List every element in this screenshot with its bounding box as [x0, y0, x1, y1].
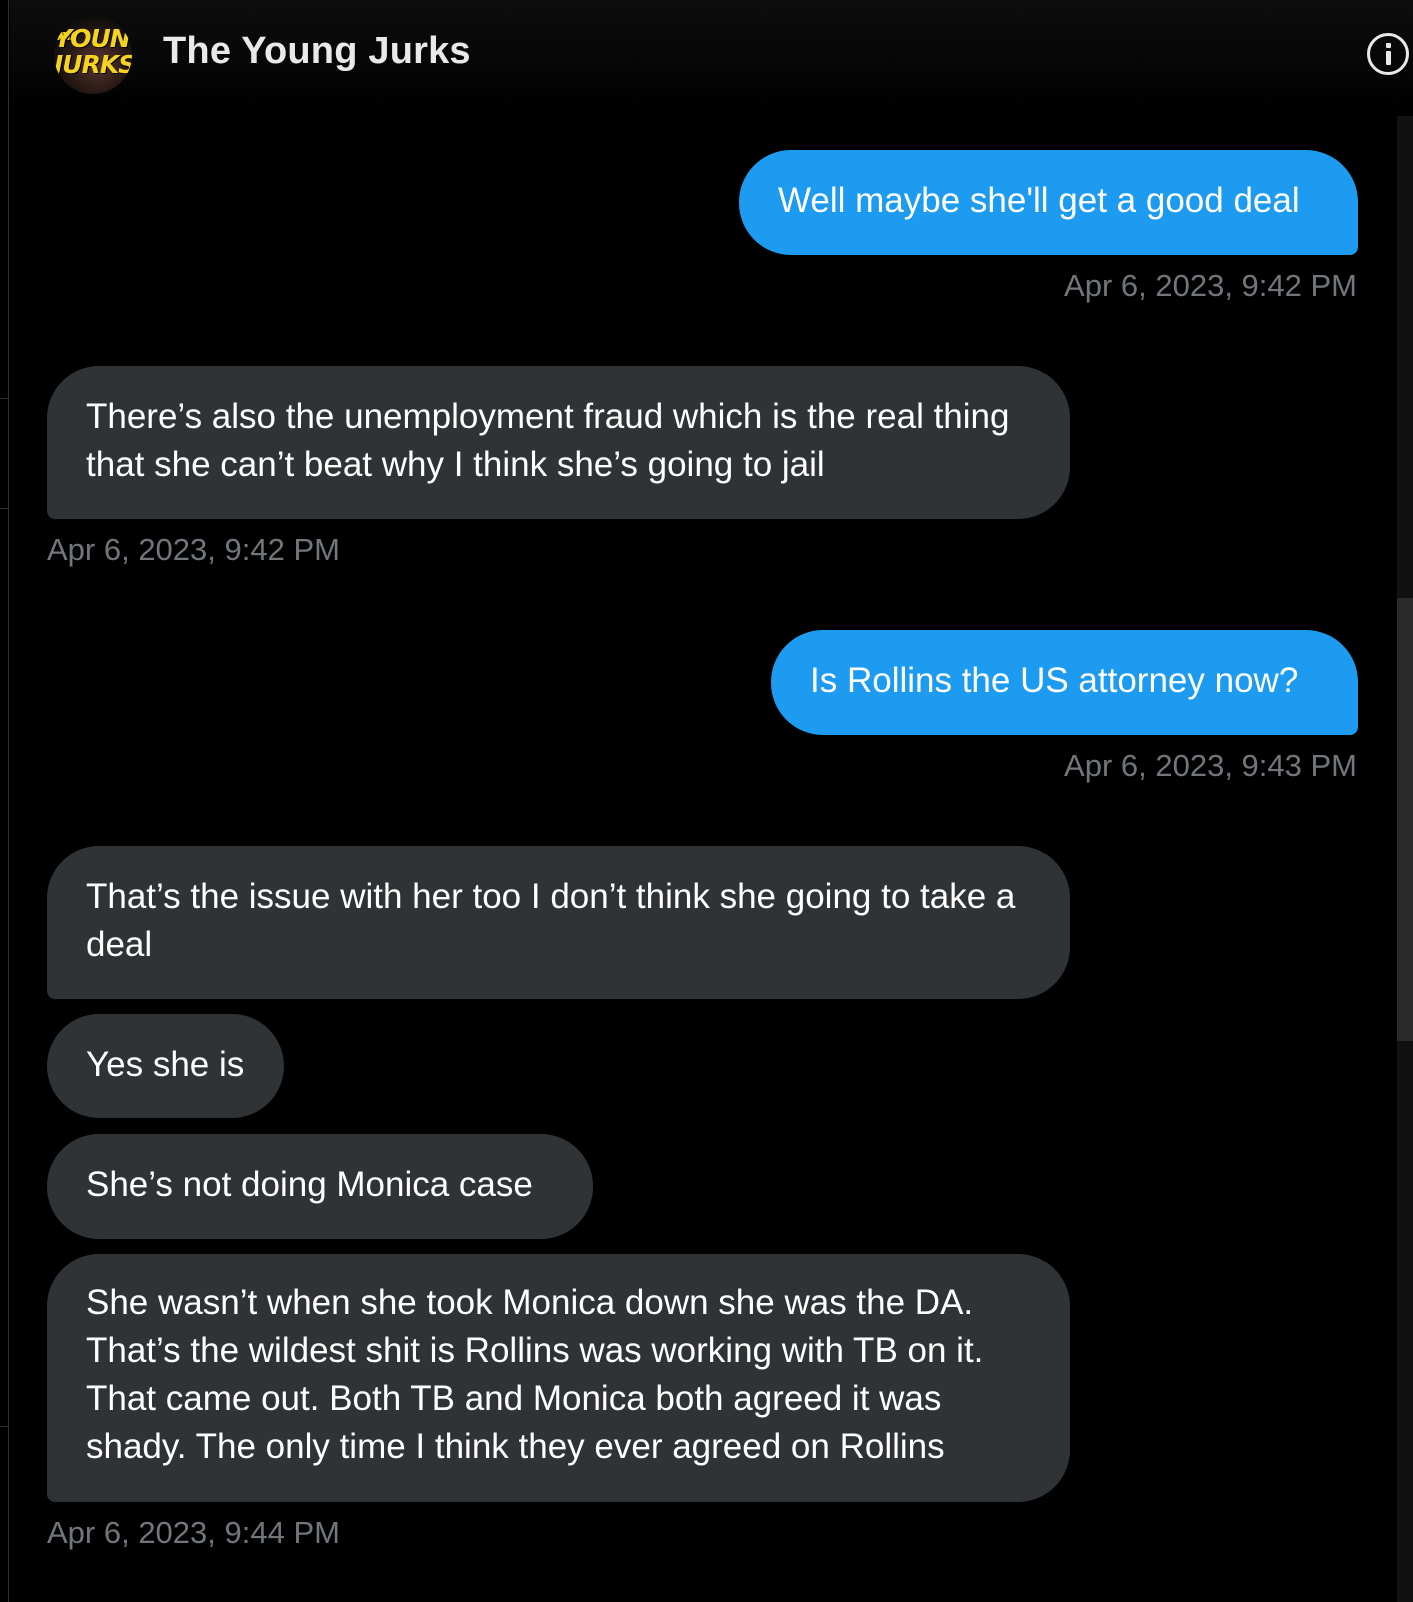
message-timestamp: Apr 6, 2023, 9:44 PM [47, 1515, 340, 1550]
sent-message-bubble[interactable]: Well maybe she'll get a good deal [739, 150, 1358, 255]
avatar-logo-text: JURKS [54, 50, 132, 79]
conversation-title[interactable]: The Young Jurks [163, 30, 471, 73]
left-divider [0, 0, 9, 1602]
message-timestamp: Apr 6, 2023, 9:43 PM [1064, 748, 1357, 783]
conversation-header: THE YOUNG JURKS The Young Jurks [10, 0, 1413, 108]
info-bar [1385, 51, 1391, 65]
divider-tick [0, 1426, 9, 1427]
received-message-bubble[interactable]: She wasn’t when she took Monica down she… [47, 1254, 1070, 1502]
scrollbar-thumb[interactable] [1397, 598, 1413, 1041]
received-message-bubble[interactable]: There’s also the unemployment fraud whic… [47, 366, 1070, 519]
dm-conversation-window: THE YOUNG JURKS The Young Jurks Well may… [0, 0, 1413, 1602]
message-timestamp: Apr 6, 2023, 9:42 PM [1064, 268, 1357, 303]
info-dot [1385, 43, 1391, 48]
received-message-bubble[interactable]: That’s the issue with her too I don’t th… [47, 846, 1070, 999]
divider-tick [0, 508, 9, 509]
avatar-logo-text: YOUNG [54, 24, 132, 53]
received-message-bubble[interactable]: Yes she is [47, 1014, 284, 1118]
divider-tick [0, 398, 9, 399]
message-timestamp: Apr 6, 2023, 9:42 PM [47, 532, 340, 567]
received-message-bubble[interactable]: She’s not doing Monica case [47, 1134, 593, 1239]
avatar[interactable]: THE YOUNG JURKS [54, 16, 132, 94]
info-circle-icon[interactable] [1367, 33, 1409, 75]
sent-message-bubble[interactable]: Is Rollins the US attorney now? [771, 630, 1358, 735]
